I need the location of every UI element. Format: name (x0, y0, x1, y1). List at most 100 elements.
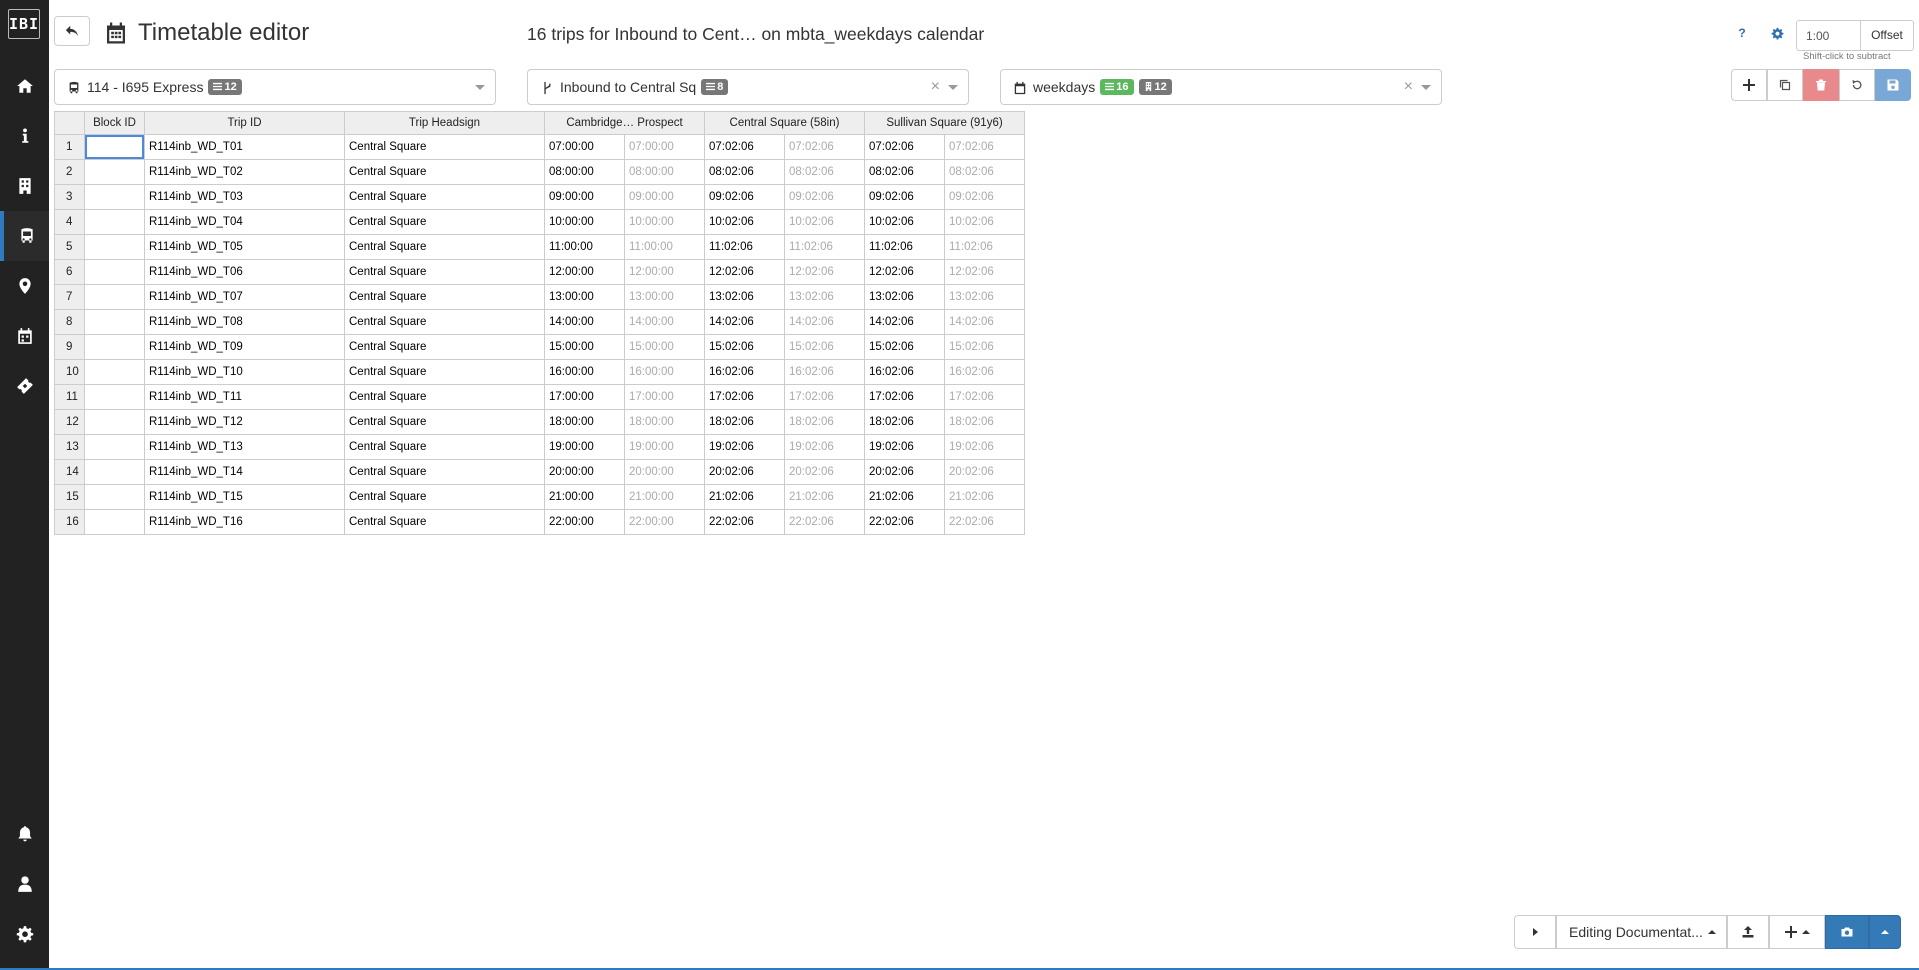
arrival-time-cell[interactable]: 21:02:06 (864, 484, 945, 510)
arrival-time-cell[interactable]: 13:02:06 (864, 284, 945, 310)
arrival-time-cell[interactable]: 17:02:06 (864, 384, 945, 410)
settings-button[interactable] (1766, 22, 1788, 44)
trip-id-cell[interactable]: R114inb_WD_T08 (144, 309, 345, 335)
departure-time-cell[interactable]: 13:02:06 (944, 284, 1025, 310)
departure-time-cell[interactable]: 11:00:00 (624, 234, 705, 260)
arrival-time-cell[interactable]: 11:00:00 (544, 234, 625, 260)
block-id-cell[interactable] (84, 309, 145, 335)
arrival-time-cell[interactable]: 21:02:06 (704, 484, 785, 510)
arrival-time-cell[interactable]: 19:02:06 (864, 434, 945, 460)
departure-time-cell[interactable]: 21:02:06 (784, 484, 865, 510)
departure-time-cell[interactable]: 22:02:06 (944, 509, 1025, 535)
headsign-cell[interactable]: Central Square (344, 184, 545, 210)
column-header[interactable]: Trip Headsign (344, 111, 545, 135)
create-dropdown[interactable] (1769, 915, 1825, 949)
departure-time-cell[interactable]: 14:02:06 (944, 309, 1025, 335)
snapshot-options-button[interactable] (1869, 915, 1901, 949)
departure-time-cell[interactable]: 21:02:06 (944, 484, 1025, 510)
column-header[interactable]: Trip ID (144, 111, 345, 135)
back-button[interactable] (54, 16, 90, 46)
arrival-time-cell[interactable]: 07:02:06 (864, 134, 945, 160)
info-icon[interactable] (0, 111, 49, 161)
block-id-cell[interactable] (84, 134, 145, 160)
departure-time-cell[interactable]: 20:02:06 (944, 459, 1025, 485)
arrival-time-cell[interactable]: 15:00:00 (544, 334, 625, 360)
departure-time-cell[interactable]: 08:02:06 (784, 159, 865, 185)
arrival-time-cell[interactable]: 09:02:06 (704, 184, 785, 210)
block-id-cell[interactable] (84, 209, 145, 235)
headsign-cell[interactable]: Central Square (344, 484, 545, 510)
editing-snapshot-dropdown[interactable]: Editing Documentat... (1556, 915, 1727, 949)
calendar-icon[interactable] (0, 311, 49, 361)
trip-id-cell[interactable]: R114inb_WD_T09 (144, 334, 345, 360)
departure-time-cell[interactable]: 08:00:00 (624, 159, 705, 185)
column-header[interactable]: Central Square (58in) (704, 111, 865, 135)
offset-button[interactable]: Offset (1860, 20, 1914, 51)
departure-time-cell[interactable]: 15:02:06 (944, 334, 1025, 360)
arrival-time-cell[interactable]: 22:00:00 (544, 509, 625, 535)
arrival-time-cell[interactable]: 22:02:06 (864, 509, 945, 535)
block-id-cell[interactable] (84, 409, 145, 435)
headsign-cell[interactable]: Central Square (344, 509, 545, 535)
block-id-cell[interactable] (84, 484, 145, 510)
save-button[interactable] (1875, 69, 1911, 101)
arrival-time-cell[interactable]: 10:02:06 (864, 209, 945, 235)
departure-time-cell[interactable]: 07:02:06 (784, 134, 865, 160)
arrival-time-cell[interactable]: 08:02:06 (864, 159, 945, 185)
delete-trip-button[interactable] (1803, 69, 1839, 101)
headsign-cell[interactable]: Central Square (344, 384, 545, 410)
column-header[interactable]: Cambridge… Prospect (544, 111, 705, 135)
route-select[interactable]: 114 - I695 Express 12 (54, 69, 496, 105)
building-icon[interactable] (0, 161, 49, 211)
headsign-cell[interactable]: Central Square (344, 409, 545, 435)
departure-time-cell[interactable]: 12:02:06 (944, 259, 1025, 285)
trip-id-cell[interactable]: R114inb_WD_T07 (144, 284, 345, 310)
arrival-time-cell[interactable]: 16:00:00 (544, 359, 625, 385)
arrival-time-cell[interactable]: 14:00:00 (544, 309, 625, 335)
departure-time-cell[interactable]: 15:00:00 (624, 334, 705, 360)
departure-time-cell[interactable]: 10:00:00 (624, 209, 705, 235)
offset-input[interactable] (1796, 20, 1861, 51)
departure-time-cell[interactable]: 20:00:00 (624, 459, 705, 485)
arrival-time-cell[interactable]: 09:00:00 (544, 184, 625, 210)
block-id-cell[interactable] (84, 334, 145, 360)
arrival-time-cell[interactable]: 10:02:06 (704, 209, 785, 235)
departure-time-cell[interactable]: 07:02:06 (944, 134, 1025, 160)
trip-id-cell[interactable]: R114inb_WD_T06 (144, 259, 345, 285)
headsign-cell[interactable]: Central Square (344, 434, 545, 460)
clear-icon[interactable]: × (1404, 78, 1413, 96)
departure-time-cell[interactable]: 21:00:00 (624, 484, 705, 510)
arrival-time-cell[interactable]: 08:00:00 (544, 159, 625, 185)
arrival-time-cell[interactable]: 10:00:00 (544, 209, 625, 235)
trip-id-cell[interactable]: R114inb_WD_T14 (144, 459, 345, 485)
help-button[interactable]: ? (1731, 22, 1753, 44)
arrival-time-cell[interactable]: 16:02:06 (864, 359, 945, 385)
headsign-cell[interactable]: Central Square (344, 209, 545, 235)
home-icon[interactable] (0, 61, 49, 111)
pattern-select[interactable]: Inbound to Central Sq 8 × (527, 69, 969, 105)
headsign-cell[interactable]: Central Square (344, 284, 545, 310)
headsign-cell[interactable]: Central Square (344, 234, 545, 260)
departure-time-cell[interactable]: 08:02:06 (944, 159, 1025, 185)
arrival-time-cell[interactable]: 12:02:06 (864, 259, 945, 285)
trip-id-cell[interactable]: R114inb_WD_T12 (144, 409, 345, 435)
headsign-cell[interactable]: Central Square (344, 359, 545, 385)
headsign-cell[interactable]: Central Square (344, 459, 545, 485)
arrival-time-cell[interactable]: 15:02:06 (704, 334, 785, 360)
map-marker-icon[interactable] (0, 261, 49, 311)
departure-time-cell[interactable]: 10:02:06 (944, 209, 1025, 235)
departure-time-cell[interactable]: 19:02:06 (944, 434, 1025, 460)
departure-time-cell[interactable]: 12:00:00 (624, 259, 705, 285)
headsign-cell[interactable]: Central Square (344, 259, 545, 285)
trip-id-cell[interactable]: R114inb_WD_T04 (144, 209, 345, 235)
block-id-cell[interactable] (84, 459, 145, 485)
arrival-time-cell[interactable]: 18:00:00 (544, 409, 625, 435)
departure-time-cell[interactable]: 12:02:06 (784, 259, 865, 285)
arrival-time-cell[interactable]: 18:02:06 (704, 409, 785, 435)
departure-time-cell[interactable]: 14:02:06 (784, 309, 865, 335)
trip-id-cell[interactable]: R114inb_WD_T05 (144, 234, 345, 260)
arrival-time-cell[interactable]: 16:02:06 (704, 359, 785, 385)
trip-id-cell[interactable]: R114inb_WD_T03 (144, 184, 345, 210)
arrival-time-cell[interactable]: 17:02:06 (704, 384, 785, 410)
arrival-time-cell[interactable]: 12:00:00 (544, 259, 625, 285)
